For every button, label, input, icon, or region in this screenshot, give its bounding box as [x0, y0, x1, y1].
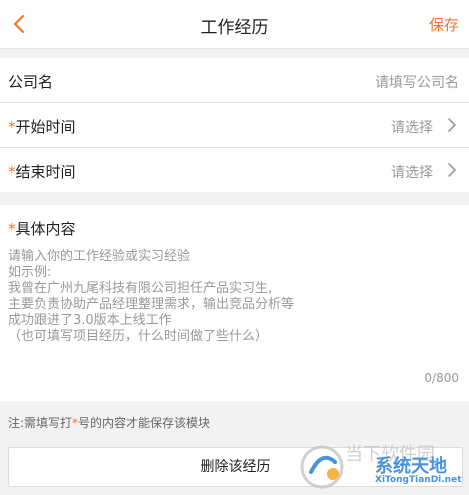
watermark: 当下软件园 系统天地 XiTongTianDi.net — [293, 438, 469, 495]
company-label: 公司名 — [8, 73, 54, 91]
required-mark: * — [8, 163, 16, 181]
content-label: *具体内容 — [8, 220, 76, 238]
start-time-value[interactable]: 请选择 — [391, 117, 433, 137]
save-button[interactable]: 保存 — [429, 14, 459, 35]
end-time-row[interactable]: *结束时间 请选择 — [0, 148, 469, 192]
watermark-brand-sub: XiTongTianDi.net — [375, 475, 462, 485]
chevron-right-icon — [448, 118, 456, 132]
watermark-logo-icon — [300, 445, 344, 489]
page-title: 工作经历 — [200, 18, 269, 38]
end-time-label: *结束时间 — [8, 163, 76, 181]
end-time-value[interactable]: 请选择 — [391, 162, 433, 182]
company-row[interactable]: 公司名 请填写公司名 — [0, 58, 469, 103]
chevron-right-icon — [448, 163, 456, 177]
required-note: 注:需填写打*号的内容才能保存该模块 — [8, 416, 211, 430]
company-input[interactable]: 请填写公司名 — [375, 72, 459, 92]
top-nav-bar: 工作经历 保存 — [0, 0, 469, 49]
experience-form: 公司名 请填写公司名 *开始时间 请选择 *结束时间 请选择 — [0, 58, 469, 192]
content-textarea[interactable] — [8, 249, 448, 359]
start-time-row[interactable]: *开始时间 请选择 — [0, 103, 469, 148]
required-mark: * — [8, 118, 16, 136]
content-section: *具体内容 0/800 — [0, 205, 469, 401]
char-counter: 0/800 — [424, 371, 459, 385]
required-mark: * — [8, 220, 16, 238]
start-time-label: *开始时间 — [8, 118, 76, 136]
